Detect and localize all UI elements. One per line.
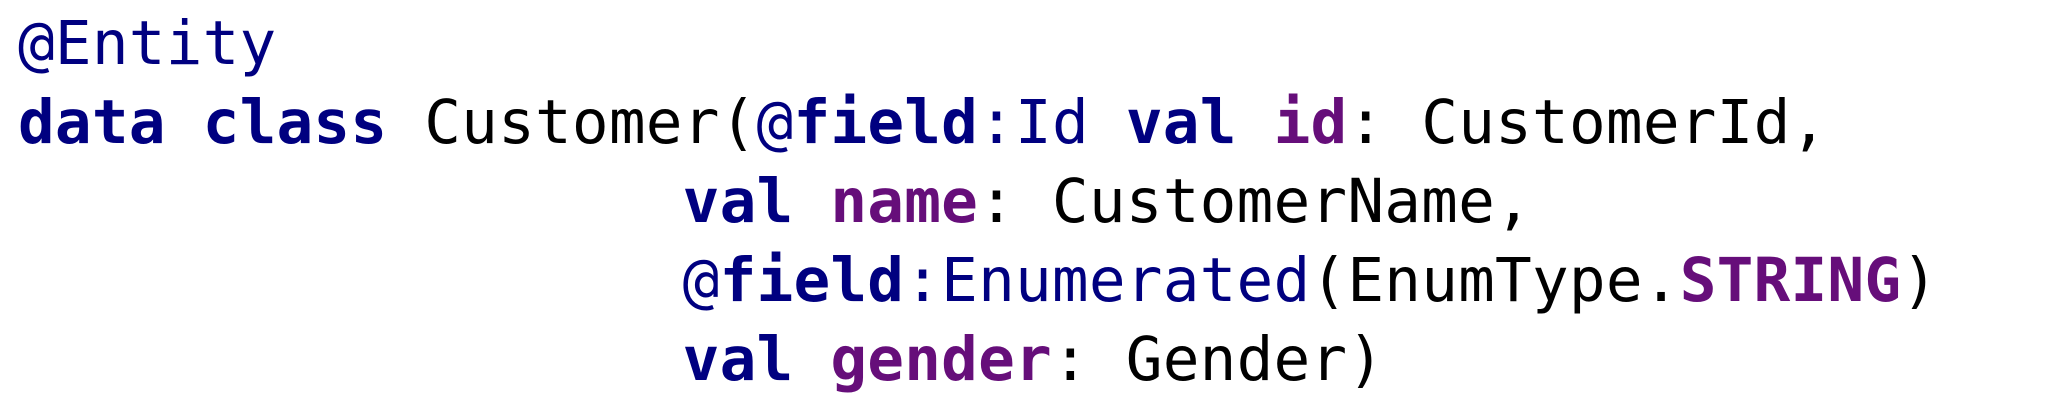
enum-type-arg: (EnumType.: [1310, 245, 1680, 316]
paren-close: ): [1901, 245, 1939, 316]
code-line-1: @Entity: [18, 4, 1938, 83]
type-customer-name: : CustomerName,: [978, 166, 1532, 237]
keyword-val: val: [682, 324, 794, 395]
code-line-4: @field:Enumerated(EnumType.STRING): [18, 241, 1938, 320]
keyword-val: val: [1125, 87, 1237, 158]
property-gender: gender: [830, 324, 1052, 395]
keyword-class: class: [202, 87, 388, 158]
entity-annotation: @Entity: [18, 8, 277, 79]
code-line-5: val gender: Gender): [18, 320, 1938, 399]
property-name: name: [830, 166, 979, 237]
keyword-val: val: [682, 166, 794, 237]
type-gender: : Gender): [1051, 324, 1385, 395]
enum-value-string: STRING: [1679, 245, 1902, 316]
class-name: Customer(: [424, 87, 757, 158]
property-id: id: [1273, 87, 1348, 158]
annotation-at: @: [682, 245, 720, 316]
code-line-2: data class Customer(@field:Id val id: Cu…: [18, 83, 1938, 162]
keyword-data: data: [18, 87, 166, 158]
type-customer-id: : CustomerId,: [1347, 87, 1828, 158]
field-target-keyword: field: [793, 87, 979, 158]
enumerated-annotation: :Enumerated: [904, 245, 1311, 316]
field-target-keyword: field: [719, 245, 905, 316]
annotation-at: @: [756, 87, 794, 158]
code-snippet: @Entity data class Customer(@field:Id val…: [18, 4, 1938, 399]
id-annotation: :Id: [978, 87, 1089, 158]
code-line-3: val name: CustomerName,: [18, 162, 1938, 241]
